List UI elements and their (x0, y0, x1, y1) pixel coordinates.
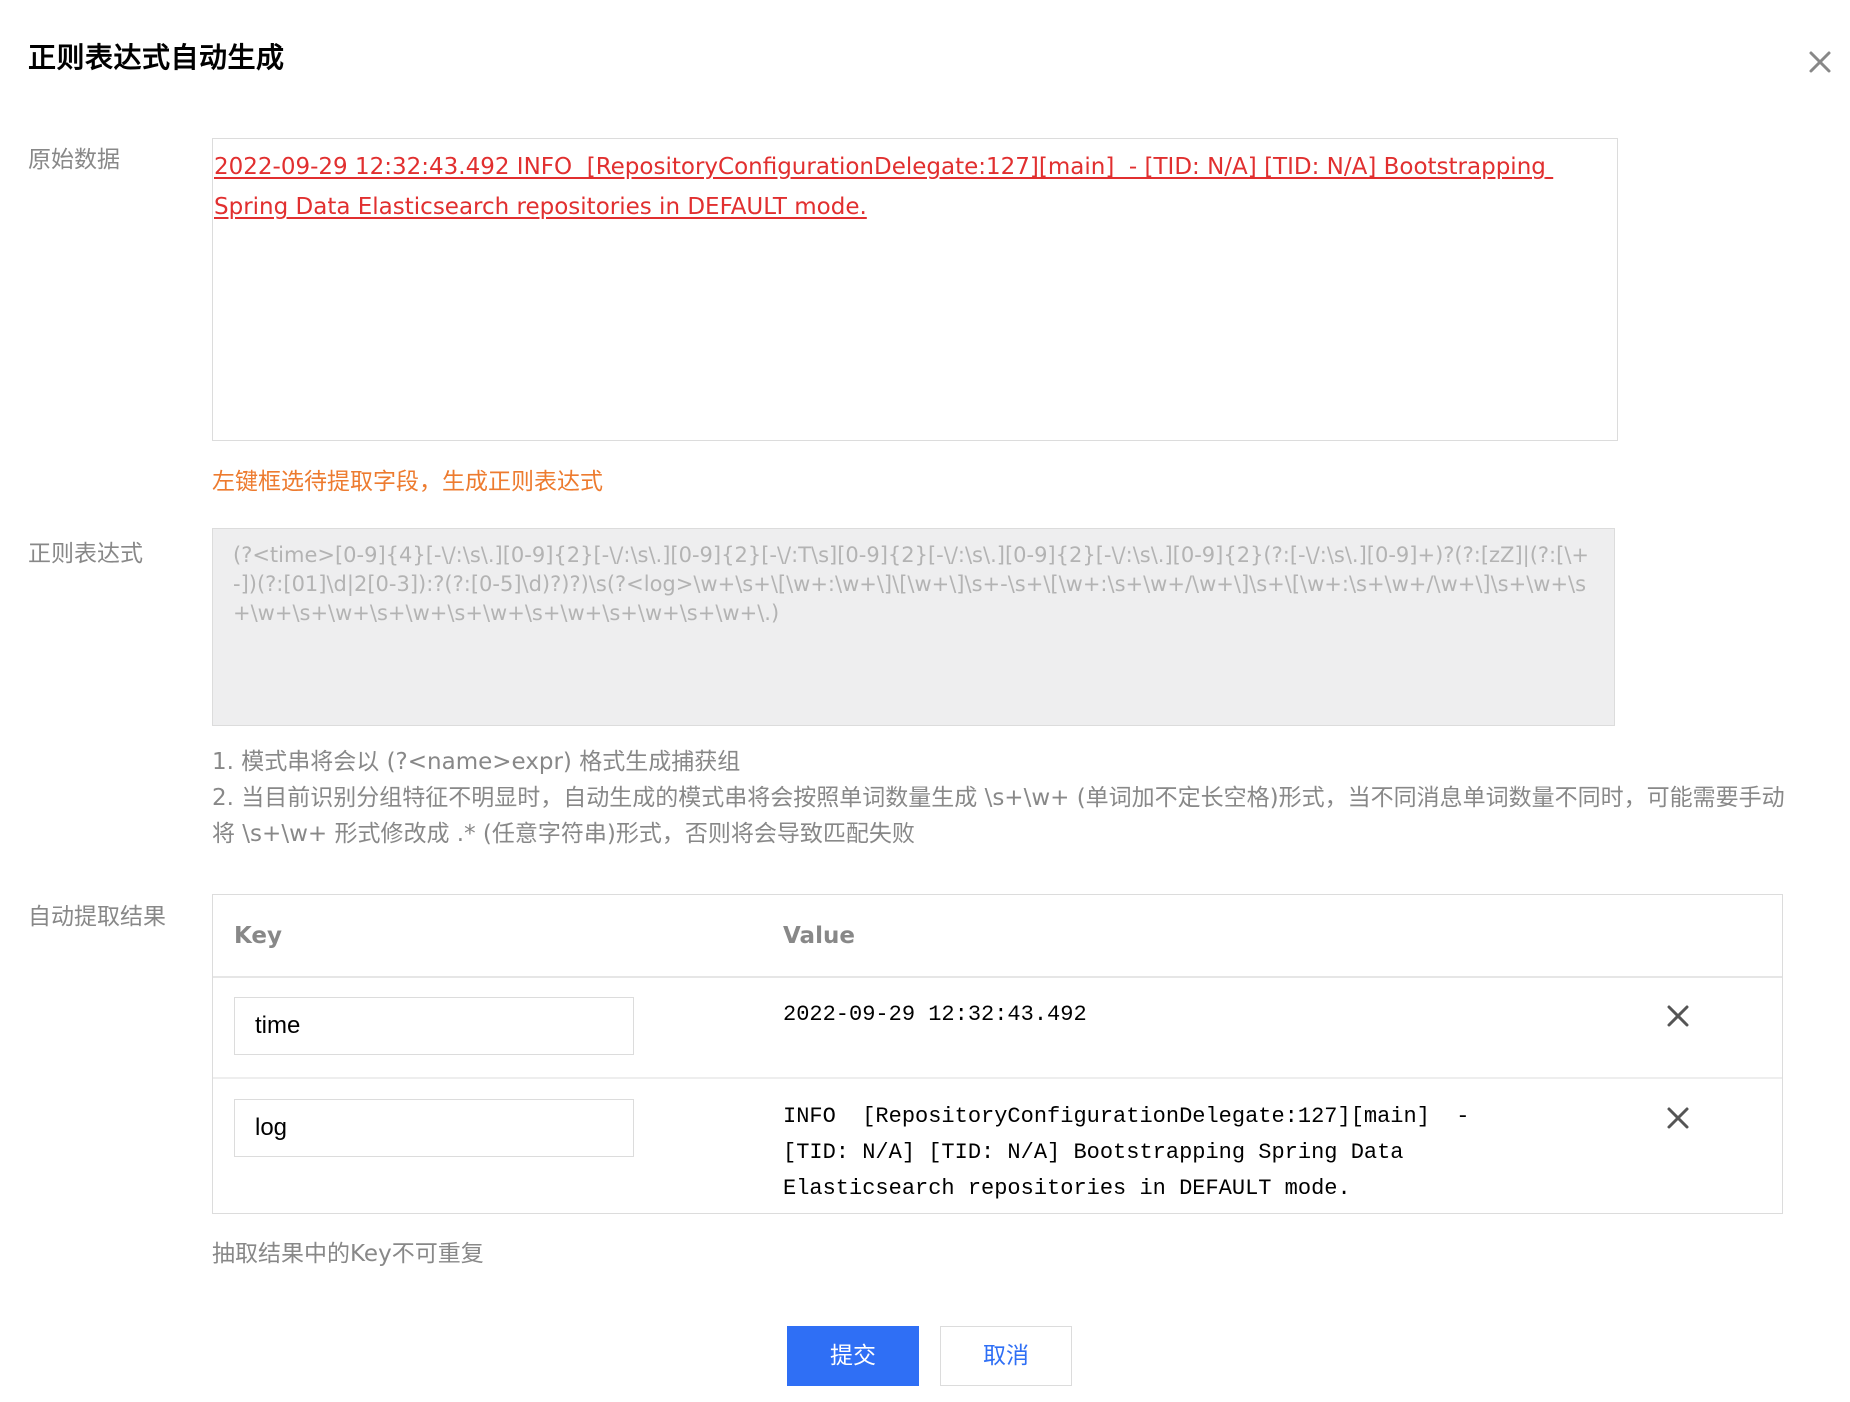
regex-dialog: 正则表达式自动生成 原始数据 2022-09-29 12:32:43.492 I… (0, 0, 1850, 1402)
value-cell-log: INFO [RepositoryConfigurationDelegate:12… (783, 1104, 1470, 1201)
regex-notes: 1. 模式串将会以 (?<name>expr) 格式生成捕获组 2. 当目前识别… (212, 744, 1792, 852)
close-icon (1809, 51, 1831, 73)
dialog-title: 正则表达式自动生成 (28, 41, 285, 74)
delete-row-button-log[interactable] (1658, 1098, 1698, 1138)
close-dialog-button[interactable] (1800, 42, 1840, 82)
result-note: 抽取结果中的Key不可重复 (212, 1241, 484, 1267)
key-input-time[interactable] (234, 997, 634, 1055)
raw-data-hint: 左键框选待提取字段，生成正则表达式 (212, 469, 603, 495)
result-label: 自动提取结果 (28, 904, 166, 930)
regex-field: (?<time>[0-9]{4}[-\/:\s\.][0-9]{2}[-\/:\… (212, 528, 1615, 726)
result-table: Key Value 2022-09-29 12:32:43.492 INFO [… (212, 894, 1783, 1214)
row-divider (213, 1077, 1782, 1079)
regex-note-2: 2. 当目前识别分组特征不明显时，自动生成的模式串将会按照单词数量生成 \s+\… (212, 785, 1785, 847)
submit-button[interactable]: 提交 (787, 1326, 919, 1386)
cancel-button[interactable]: 取消 (940, 1326, 1072, 1386)
header-divider (213, 976, 1782, 978)
raw-data-box[interactable]: 2022-09-29 12:32:43.492 INFO [Repository… (212, 138, 1618, 441)
delete-row-icon (1667, 1005, 1689, 1027)
column-header-value: Value (783, 923, 855, 949)
value-cell-time: 2022-09-29 12:32:43.492 (783, 1002, 1087, 1027)
regex-value: (?<time>[0-9]{4}[-\/:\s\.][0-9]{2}[-\/:\… (233, 543, 1589, 625)
delete-row-button-time[interactable] (1658, 996, 1698, 1036)
raw-data-label: 原始数据 (28, 147, 120, 173)
column-header-key: Key (234, 923, 283, 949)
regex-note-1: 1. 模式串将会以 (?<name>expr) 格式生成捕获组 (212, 749, 741, 775)
key-input-log[interactable] (234, 1099, 634, 1157)
raw-data-text[interactable]: 2022-09-29 12:32:43.492 INFO [Repository… (214, 147, 1614, 227)
regex-label: 正则表达式 (28, 541, 143, 567)
delete-row-icon (1667, 1107, 1689, 1129)
